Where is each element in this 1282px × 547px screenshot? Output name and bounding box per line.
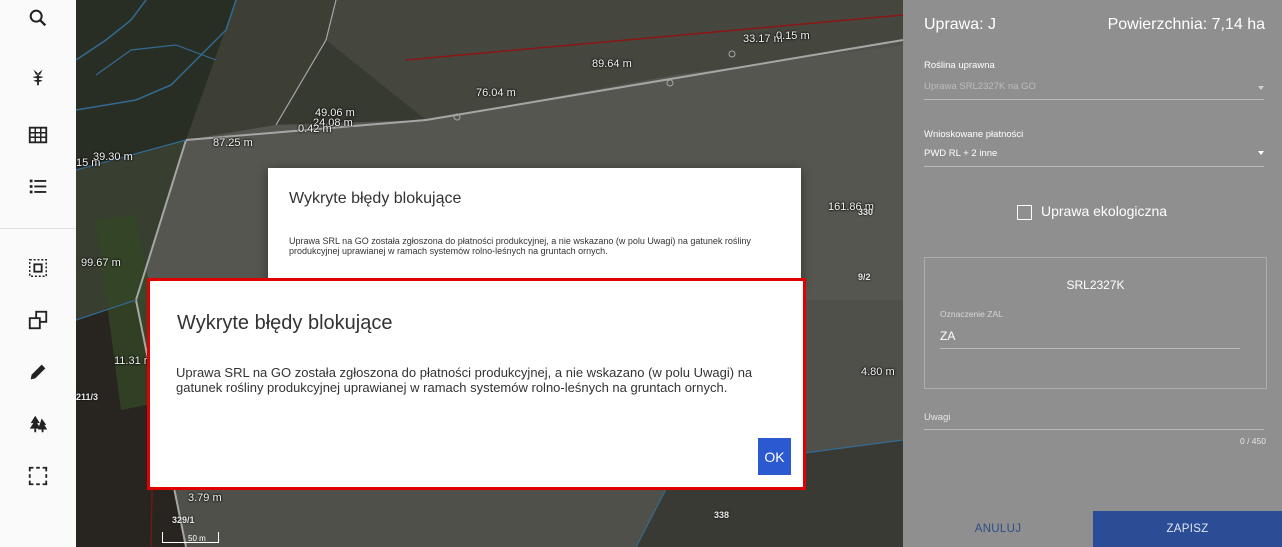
- map-measure-label: 11.31 m: [114, 355, 153, 367]
- zal-field[interactable]: ZA: [940, 329, 955, 343]
- map-measure-label: 39.30 m: [93, 151, 133, 163]
- area-value: Powierzchnia: 7,14 ha: [1107, 16, 1265, 33]
- error-dialog-background: Wykryte błędy blokujące Uprawa SRL na GO…: [268, 168, 801, 286]
- search-icon[interactable]: [20, 0, 56, 36]
- dialog-title: Wykryte błędy blokujące: [289, 190, 462, 207]
- grid-icon[interactable]: [20, 117, 56, 153]
- srl-card: SRL2327K Oznaczenie ZAL ZA: [924, 257, 1267, 389]
- map-measure-label: 87.25 m: [213, 137, 253, 149]
- field-underline: [940, 348, 1240, 349]
- field-underline: [924, 429, 1264, 430]
- notes-field[interactable]: Uwagi: [924, 412, 950, 423]
- list-icon[interactable]: [20, 168, 56, 204]
- field-underline: [924, 99, 1264, 100]
- crop-field-label: Roślina uprawna: [924, 60, 995, 71]
- parcel-number: 330: [858, 207, 874, 217]
- notes-counter: 0 / 450: [1240, 436, 1266, 446]
- map-measure-label: 99.67 m: [81, 257, 121, 269]
- forest-icon[interactable]: [20, 406, 56, 442]
- cancel-button[interactable]: ANULUJ: [903, 511, 1093, 547]
- ok-button[interactable]: OK: [758, 438, 791, 475]
- dialog-title: Wykryte błędy blokujące: [177, 312, 393, 334]
- map-measure-label: 89.64 m: [592, 58, 632, 70]
- plant-icon[interactable]: [20, 59, 56, 95]
- pencil-icon[interactable]: [20, 354, 56, 390]
- card-title: SRL2327K: [1066, 278, 1125, 292]
- field-underline: [924, 166, 1264, 167]
- parcel-number: 338: [714, 510, 730, 520]
- copy-shape-icon[interactable]: [20, 302, 56, 338]
- chevron-down-icon[interactable]: [1258, 151, 1264, 155]
- scale-label: 50 m: [188, 534, 206, 543]
- parcel-number: 329/1: [172, 515, 195, 525]
- toolbar-divider: [0, 228, 76, 229]
- map-measure-label: 76.04 m: [476, 87, 516, 99]
- map-measure-label: 0.15 m: [776, 30, 810, 42]
- parcel-number: 211/3: [76, 392, 99, 402]
- zal-field-label: Oznaczenie ZAL: [940, 309, 1003, 319]
- select-area-icon[interactable]: [20, 250, 56, 286]
- save-button[interactable]: ZAPISZ: [1093, 511, 1282, 547]
- eco-checkbox[interactable]: [1017, 205, 1032, 220]
- payments-field-label: Wnioskowane płatności: [924, 129, 1024, 140]
- dialog-message: Uprawa SRL na GO została zgłoszona do pł…: [176, 365, 753, 395]
- map-measure-label: 3.79 m: [188, 492, 222, 504]
- eco-checkbox-label[interactable]: Uprawa ekologiczna: [1041, 203, 1167, 219]
- error-dialog: Wykryte błędy blokujące Uprawa SRL na GO…: [150, 281, 803, 487]
- parcel-number: 9/2: [858, 272, 871, 282]
- map-toolbar: [0, 0, 77, 547]
- chevron-down-icon[interactable]: [1258, 86, 1264, 90]
- rectangle-select-icon[interactable]: [20, 458, 56, 494]
- dialog-message: Uprawa SRL na GO została zgłoszona do pł…: [289, 236, 751, 256]
- payments-select[interactable]: PWD RL + 2 inne: [924, 148, 997, 159]
- map-measure-label: 4.80 m: [861, 366, 895, 378]
- map-measure-label: 0.42 m: [298, 123, 332, 135]
- panel-title: Uprawa: J: [924, 16, 997, 33]
- crop-details-panel: Uprawa: J Powierzchnia: 7,14 ha Roślina …: [903, 0, 1282, 547]
- crop-select[interactable]: Uprawa SRL2327K na GO: [924, 81, 1036, 92]
